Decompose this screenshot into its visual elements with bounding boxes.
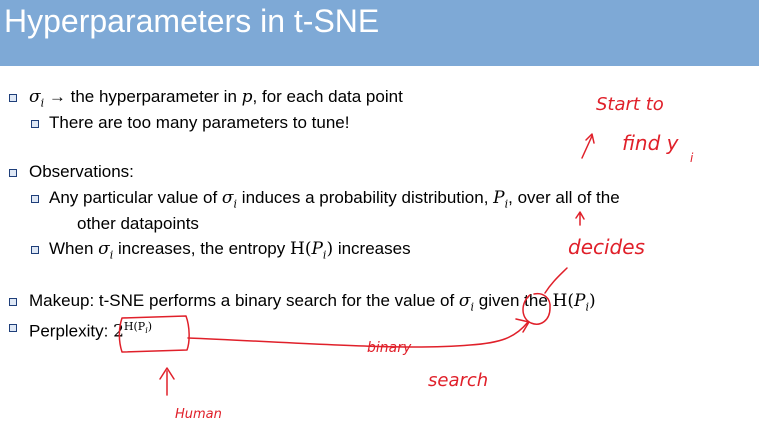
binary-search-arrow-ink xyxy=(187,321,529,348)
ink-annotations: Start to find y i decides binary search … xyxy=(118,94,694,422)
human-arrow-ink xyxy=(159,367,175,396)
perplexity-box-ink xyxy=(118,315,190,353)
ink-human: Human xyxy=(175,407,222,422)
pi-arrow-ink xyxy=(575,211,585,226)
ink-find-yi-sub: i xyxy=(690,151,694,165)
decides-arrow-ink xyxy=(544,267,568,294)
ink-find-yi: find y xyxy=(622,131,680,155)
sigma-circle-ink xyxy=(522,292,551,325)
ink-decides: decides xyxy=(568,235,645,259)
ink-binary: binary xyxy=(367,340,412,356)
find-arrow-ink xyxy=(581,133,595,159)
ink-search: search xyxy=(428,370,488,391)
ink-start-to: Start to xyxy=(596,94,664,115)
